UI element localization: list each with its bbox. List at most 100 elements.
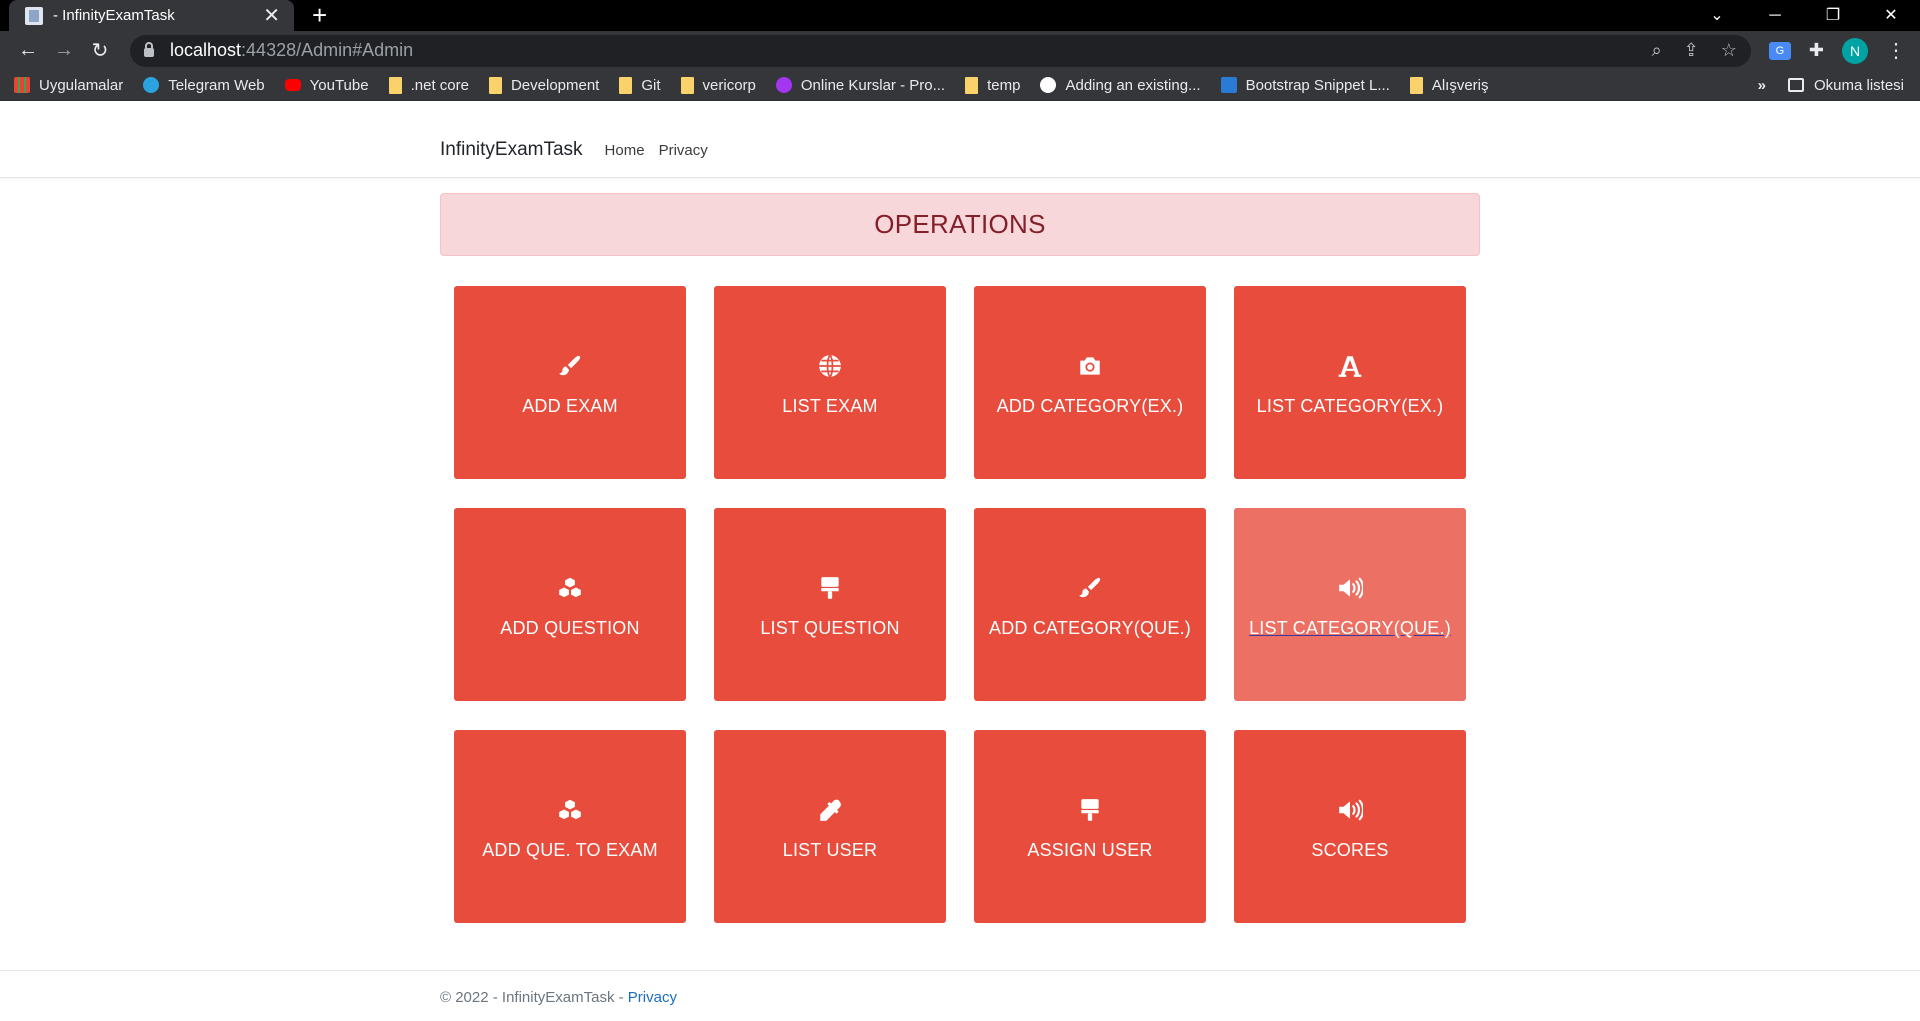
operation-tile-label: ASSIGN USER (1027, 840, 1153, 860)
bookmarks-bar: Uygulamalar Telegram Web YouTube .net core D… (0, 70, 1920, 101)
reload-icon[interactable]: ↻ (82, 38, 118, 63)
lock-icon[interactable] (144, 42, 154, 57)
tab-search-icon[interactable]: ⌄ (1688, 0, 1746, 31)
restore-icon[interactable]: ❐ (1804, 0, 1862, 31)
bootstrap-icon (1220, 77, 1237, 93)
bookmark-item[interactable]: temp (965, 76, 1021, 94)
bookmark-label: Git (641, 76, 661, 94)
new-tab-button[interactable]: + (312, 0, 327, 31)
volume-icon (1336, 796, 1364, 824)
operation-tile-add-exam[interactable]: ADD EXAM (454, 286, 686, 479)
folder-icon (488, 76, 502, 94)
operation-tile-list-category-ex[interactable]: LIST CATEGORY(EX.) (1234, 286, 1466, 479)
browser-toolbar: ← → ↻ localhost :44328/Admin#Admin ⌕ ⇪ ☆… (0, 31, 1920, 70)
bookmark-label: Uygulamalar (39, 76, 124, 94)
back-icon[interactable]: ← (10, 39, 46, 62)
operation-tile-label: ADD CATEGORY(QUE.) (989, 618, 1191, 638)
url-host: localhost (170, 40, 242, 60)
apps-icon (14, 77, 30, 93)
bookmark-item[interactable]: Alışveriş (1409, 76, 1489, 94)
folder-icon (680, 76, 694, 94)
operation-tile-list-question[interactable]: LIST QUESTION (714, 508, 946, 701)
operation-tile-list-category-que[interactable]: LIST CATEGORY(QUE.) (1234, 508, 1466, 701)
bookmark-item[interactable]: Git (619, 76, 661, 94)
operation-tile-add-category-ex[interactable]: ADD CATEGORY(EX.) (974, 286, 1206, 479)
operation-tile-add-category-que[interactable]: ADD CATEGORY(QUE.) (974, 508, 1206, 701)
translate-extension-icon[interactable]: G (1768, 41, 1791, 60)
folder-icon (619, 76, 633, 94)
operations-title: OPERATIONS (874, 209, 1046, 239)
extensions-puzzle-icon[interactable]: ✚ (1809, 40, 1824, 61)
operation-tile-label: SCORES (1311, 840, 1389, 860)
font-icon (1336, 352, 1364, 380)
github-icon (1040, 77, 1057, 93)
profile-avatar[interactable]: N (1842, 37, 1868, 64)
footer-privacy-link[interactable]: Privacy (628, 989, 677, 1006)
operation-tile-add-question[interactable]: ADD QUESTION (454, 508, 686, 701)
camera-icon (1076, 352, 1104, 380)
operations-grid: ADD EXAM LIST EXAM ADD CATEGORY(EX.) LIST C… (454, 286, 1466, 923)
window-controls: ⌄ ─ ❐ ✕ (1688, 0, 1920, 31)
close-window-icon[interactable]: ✕ (1862, 0, 1920, 31)
eyedropper-icon (816, 796, 844, 824)
bookmark-item[interactable]: Development (488, 76, 600, 94)
operations-banner: OPERATIONS (440, 193, 1480, 256)
browser-tab[interactable]: - InfinityExamTask ✕ (9, 0, 294, 31)
bookmark-label: Adding an existing... (1065, 76, 1201, 94)
cubes-icon (556, 796, 584, 824)
brand-link[interactable]: InfinityExamTask (440, 139, 583, 161)
bookmark-item[interactable]: Telegram Web (143, 76, 265, 94)
folder-icon (965, 76, 979, 94)
paint-roller-icon (816, 574, 844, 602)
bookmark-label: .net core (410, 76, 469, 94)
folder-icon (1409, 76, 1423, 94)
bookmark-item[interactable]: Adding an existing... (1040, 76, 1201, 94)
url-path: :44328/Admin#Admin (241, 40, 414, 60)
udemy-icon (775, 77, 792, 93)
bookmark-label: Development (510, 76, 600, 94)
minimize-icon[interactable]: ─ (1746, 0, 1804, 31)
bookmark-item[interactable]: Bootstrap Snippet L... (1220, 76, 1390, 94)
footer-copyright: © 2022 - InfinityExamTask - (440, 989, 628, 1006)
bookmark-label: Bootstrap Snippet L... (1245, 76, 1390, 94)
operation-tile-label: LIST EXAM (782, 396, 878, 416)
page-favicon-icon (25, 6, 43, 25)
bookmarks-overflow-button[interactable]: » (1758, 77, 1766, 94)
address-bar[interactable]: localhost :44328/Admin#Admin ⌕ ⇪ ☆ (130, 34, 1751, 67)
operation-tile-label: ADD QUE. TO EXAM (482, 840, 658, 860)
operation-tile-label: LIST CATEGORY(QUE.) (1249, 618, 1451, 638)
tab-title: - InfinityExamTask (53, 7, 175, 24)
bookmark-item[interactable]: Uygulamalar (14, 77, 123, 94)
cubes-icon (556, 574, 584, 602)
zoom-icon[interactable]: ⌕ (1652, 40, 1662, 61)
operation-tile-list-exam[interactable]: LIST EXAM (714, 286, 946, 479)
bookmark-item[interactable]: Online Kurslar - Pro... (775, 76, 946, 94)
bookmark-star-icon[interactable]: ☆ (1721, 40, 1737, 61)
bookmark-label: Telegram Web (168, 76, 265, 94)
bookmark-label: vericorp (702, 76, 756, 94)
bookmark-item[interactable]: .net core (388, 76, 469, 94)
operation-tile-label: ADD QUESTION (500, 618, 640, 638)
operation-tile-scores[interactable]: SCORES (1234, 730, 1466, 923)
operation-tile-list-user[interactable]: LIST USER (714, 730, 946, 923)
share-icon[interactable]: ⇪ (1684, 40, 1699, 61)
page-footer: © 2022 - InfinityExamTask - Privacy (0, 970, 1920, 1006)
nav-link-privacy[interactable]: Privacy (659, 142, 708, 159)
bookmark-label: YouTube (309, 76, 369, 94)
volume-icon (1336, 574, 1364, 602)
browser-menu-icon[interactable]: ⋮ (1886, 38, 1906, 63)
operation-tile-assign-user[interactable]: ASSIGN USER (974, 730, 1206, 923)
web-page: InfinityExamTask Home Privacy OPERATIONS… (0, 123, 1920, 1021)
bookmark-label: temp (987, 76, 1021, 94)
reading-list-button[interactable]: Okuma listesi (1814, 77, 1904, 94)
main-container: OPERATIONS (440, 193, 1480, 256)
bookmark-item[interactable]: vericorp (680, 76, 756, 94)
operation-tile-add-que-to-exam[interactable]: ADD QUE. TO EXAM (454, 730, 686, 923)
bookmark-label: Online Kurslar - Pro... (800, 76, 946, 94)
forward-icon[interactable]: → (46, 39, 82, 62)
nav-link-home[interactable]: Home (605, 142, 645, 159)
bookmark-item[interactable]: YouTube (284, 76, 369, 94)
bookmark-label: Alışveriş (1431, 76, 1489, 94)
close-tab-icon[interactable]: ✕ (263, 3, 280, 28)
paint-roller-icon (1076, 796, 1104, 824)
